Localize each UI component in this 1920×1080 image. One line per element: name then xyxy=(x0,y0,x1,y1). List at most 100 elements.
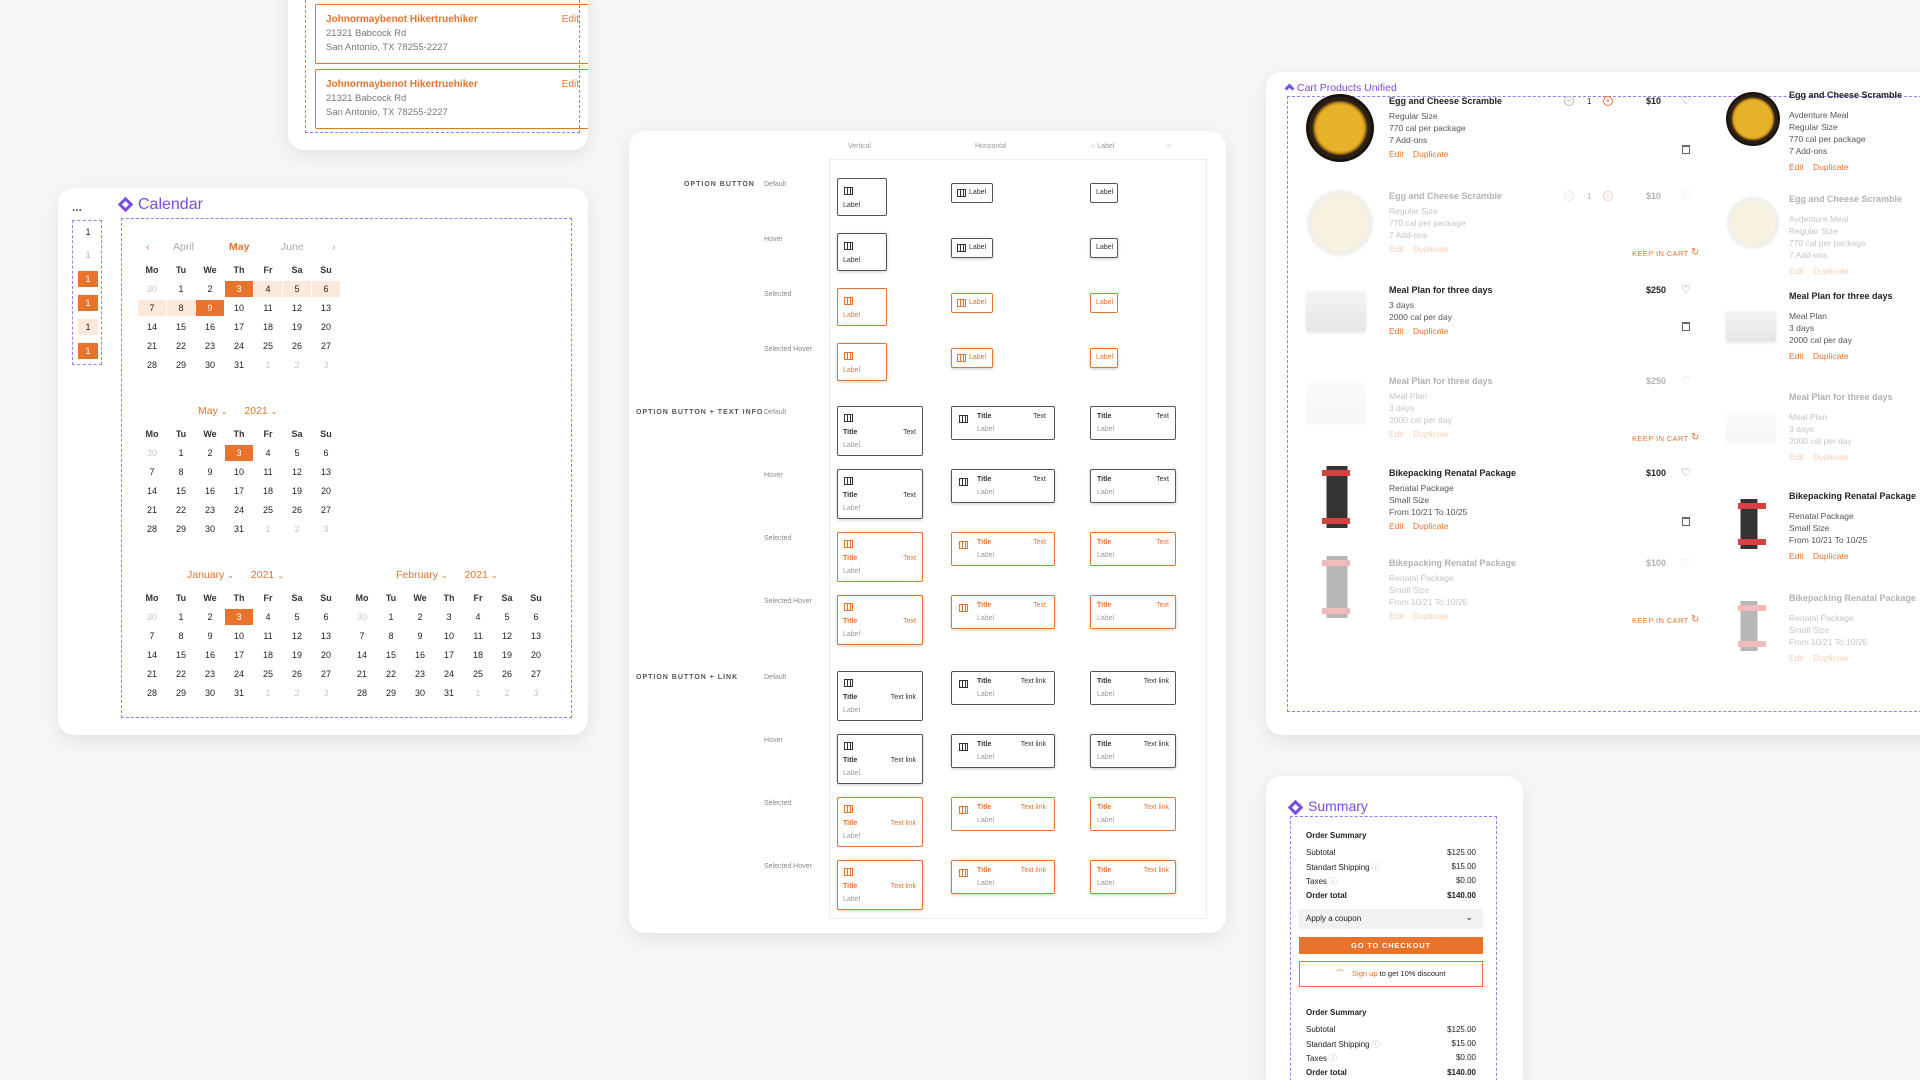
keep-in-cart-link[interactable]: KEEP IN CART xyxy=(1632,434,1689,443)
calendar-day[interactable]: 31 xyxy=(225,521,253,537)
calendar-day[interactable]: 10 xyxy=(225,464,253,480)
calendar-day[interactable]: 17 xyxy=(225,483,253,499)
calendar-day[interactable]: 1 xyxy=(254,685,282,701)
option-button-vertical[interactable]: Title Text link Label xyxy=(837,797,923,847)
calendar-day[interactable]: 3 xyxy=(522,685,550,701)
calendar-day[interactable]: 28 xyxy=(138,357,166,373)
mini-day[interactable]: 1 xyxy=(78,271,98,287)
calendar-day[interactable]: 27 xyxy=(312,666,340,682)
calendar-day[interactable]: 22 xyxy=(377,666,405,682)
calendar-day[interactable]: 13 xyxy=(522,628,550,644)
cart-product-compact[interactable]: Egg and Cheese Scramble Avdenture Meal Reg… xyxy=(1726,90,1920,180)
option-button-horizontal[interactable]: Label xyxy=(951,183,993,203)
calendar-day[interactable]: 28 xyxy=(138,685,166,701)
calendar-day[interactable]: 12 xyxy=(283,464,311,480)
heart-icon[interactable]: ♡ xyxy=(1681,94,1691,107)
heart-icon[interactable]: ♡ xyxy=(1681,466,1691,479)
calendar-day[interactable]: 11 xyxy=(254,628,282,644)
option-button-label[interactable]: Title Text link Label xyxy=(1090,734,1176,768)
calendar-day[interactable]: 29 xyxy=(167,685,195,701)
heart-icon[interactable]: ♡ xyxy=(1681,556,1691,569)
duplicate-link[interactable]: Duplicate xyxy=(1413,244,1448,254)
cart-product[interactable]: Meal Plan for three days Meal Plan 3 days 2… xyxy=(1306,374,1691,464)
calendar-day[interactable]: 2 xyxy=(406,609,434,625)
option-button-vertical[interactable]: Label xyxy=(837,343,887,381)
calendar-day[interactable]: 23 xyxy=(196,338,224,354)
calendar-day[interactable]: 9 xyxy=(406,628,434,644)
calendar-day[interactable]: 2 xyxy=(196,609,224,625)
calendar-day[interactable]: 23 xyxy=(406,666,434,682)
calendar-day[interactable]: 11 xyxy=(254,464,282,480)
option-button-vertical[interactable]: Label xyxy=(837,178,887,216)
address-item[interactable]: Johnormaybenot Hikertruehiker Edit 21321… xyxy=(315,69,588,129)
month-year-picker[interactable]: January ⌄ 2021 ⌄ xyxy=(187,569,284,581)
calendar-day[interactable]: 10 xyxy=(225,300,253,316)
edit-link[interactable]: Edit xyxy=(1789,551,1804,561)
option-button-horizontal[interactable]: Title Text link Label xyxy=(951,734,1055,768)
calendar-day[interactable]: 1 xyxy=(377,609,405,625)
calendar-day[interactable]: 1 xyxy=(167,281,195,297)
option-button-vertical[interactable]: Title Text link Label xyxy=(837,671,923,721)
calendar-day[interactable]: 2 xyxy=(283,685,311,701)
sign-up-link[interactable]: Sign up xyxy=(1352,969,1377,978)
calendar-day[interactable]: 1 xyxy=(167,445,195,461)
calendar-day[interactable]: 13 xyxy=(312,628,340,644)
quantity-decrease-button[interactable]: − xyxy=(1564,96,1574,106)
calendar-day[interactable]: 6 xyxy=(522,609,550,625)
month-april[interactable]: April xyxy=(173,241,194,253)
calendar-day[interactable]: 22 xyxy=(167,502,195,518)
edit-link[interactable]: Edit xyxy=(1789,162,1804,172)
calendar-day[interactable]: 25 xyxy=(254,666,282,682)
calendar-day[interactable]: 2 xyxy=(283,357,311,373)
calendar-day[interactable]: 19 xyxy=(283,483,311,499)
option-button-vertical[interactable]: Title Text Label xyxy=(837,532,923,582)
calendar-day[interactable]: 16 xyxy=(196,483,224,499)
calendar-day[interactable]: 24 xyxy=(225,502,253,518)
calendar-day[interactable]: 13 xyxy=(312,464,340,480)
option-button-horizontal[interactable]: Label xyxy=(951,293,993,313)
calendar-day[interactable]: 7 xyxy=(138,628,166,644)
calendar-day[interactable]: 22 xyxy=(167,338,195,354)
calendar-day[interactable]: 16 xyxy=(196,647,224,663)
edit-link[interactable]: Edit xyxy=(1389,429,1404,439)
trash-icon[interactable] xyxy=(1682,322,1690,331)
calendar-day[interactable]: 18 xyxy=(464,647,492,663)
duplicate-link[interactable]: Duplicate xyxy=(1413,429,1448,439)
calendar-day[interactable]: 5 xyxy=(283,445,311,461)
calendar-day[interactable]: 6 xyxy=(312,445,340,461)
calendar-day[interactable]: 4 xyxy=(254,445,282,461)
calendar-day[interactable]: 27 xyxy=(312,338,340,354)
calendar-day[interactable]: 3 xyxy=(225,609,253,625)
edit-address-link[interactable]: Edit xyxy=(562,13,579,27)
calendar-day[interactable]: 14 xyxy=(138,319,166,335)
calendar-day[interactable]: 27 xyxy=(312,502,340,518)
calendar-day[interactable]: 12 xyxy=(283,628,311,644)
cart-product-compact[interactable]: Meal Plan for three days Meal Plan 3 days 2… xyxy=(1726,291,1920,381)
calendar-day[interactable]: 23 xyxy=(196,502,224,518)
calendar-day[interactable]: 3 xyxy=(312,685,340,701)
option-button-vertical[interactable]: Label xyxy=(837,288,887,326)
option-button-horizontal[interactable]: Title Text Label xyxy=(951,406,1055,440)
duplicate-link[interactable]: Duplicate xyxy=(1813,551,1848,561)
calendar-day[interactable]: 18 xyxy=(254,483,282,499)
calendar-day[interactable]: 28 xyxy=(138,521,166,537)
cart-product[interactable]: Bikepacking Renatal Package Renatal Packa… xyxy=(1306,556,1691,646)
calendar-day[interactable]: 26 xyxy=(283,502,311,518)
month-year-picker[interactable]: February ⌄ 2021 ⌄ xyxy=(396,569,498,581)
duplicate-link[interactable]: Duplicate xyxy=(1413,149,1448,159)
calendar-day[interactable]: 14 xyxy=(348,647,376,663)
calendar-day[interactable]: 19 xyxy=(283,647,311,663)
calendar-day[interactable]: 19 xyxy=(493,647,521,663)
calendar-day[interactable]: 17 xyxy=(225,319,253,335)
quantity-decrease-button[interactable]: − xyxy=(1564,191,1574,201)
calendar-day[interactable]: 29 xyxy=(167,521,195,537)
edit-link[interactable]: Edit xyxy=(1789,452,1804,462)
calendar-day[interactable]: 2 xyxy=(493,685,521,701)
calendar-day[interactable]: 1 xyxy=(254,357,282,373)
calendar-day[interactable]: 9 xyxy=(196,464,224,480)
calendar-day[interactable]: 29 xyxy=(377,685,405,701)
option-button-label[interactable]: Title Text Label xyxy=(1090,469,1176,503)
option-button-label[interactable]: Label xyxy=(1090,293,1118,313)
calendar-day[interactable]: 30 xyxy=(138,281,166,297)
address-item[interactable]: Johnormaybenot Hikertruehiker Edit 21321… xyxy=(315,4,588,64)
